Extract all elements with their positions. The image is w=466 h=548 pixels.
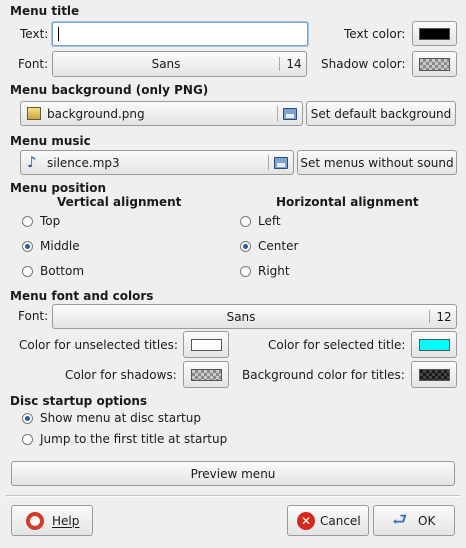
shadow-color-button[interactable] <box>412 51 457 77</box>
font-name: Sans <box>226 309 256 324</box>
menu-position-section: Menu position <box>10 181 107 195</box>
font-name: Sans <box>151 57 181 71</box>
text-color-button[interactable] <box>412 21 457 46</box>
vertical-option-bottom[interactable]: Bottom <box>40 264 84 278</box>
horizontal-alignment-heading: Horizontal alignment <box>276 195 419 209</box>
shadows-color-label: Color for shadows: <box>65 368 177 382</box>
footer-divider <box>6 495 460 497</box>
horizontal-option-center[interactable]: Center <box>258 239 298 253</box>
preview-menu-button[interactable]: Preview menu <box>11 461 455 486</box>
open-file-icon <box>283 108 297 120</box>
text-color-swatch <box>419 28 450 40</box>
background-titles-color-label: Background color for titles: <box>242 368 405 382</box>
selected-title-color-label: Color for selected title: <box>268 338 406 352</box>
radio-jump-first-title[interactable] <box>22 434 33 445</box>
font-separator <box>429 310 430 323</box>
menu-title-font-button[interactable]: Sans 14 <box>52 51 307 77</box>
menu-background-section: Menu background (only PNG) <box>10 83 209 97</box>
menu-font-button[interactable]: Sans 12 <box>52 304 457 329</box>
font-separator <box>279 57 280 71</box>
text-label: Text: <box>20 27 49 41</box>
horizontal-option-right[interactable]: Right <box>258 264 290 278</box>
background-file-chooser[interactable]: background.png <box>20 101 303 126</box>
startup-option-jump-first-title[interactable]: Jump to the first title at startup <box>40 432 227 446</box>
text-caret <box>58 27 59 41</box>
menu-title-text-input[interactable] <box>52 22 308 46</box>
text-color-label: Text color: <box>344 27 406 41</box>
vertical-option-middle[interactable]: Middle <box>40 239 80 253</box>
set-default-background-button[interactable]: Set default background <box>306 101 456 126</box>
font-label: Font: <box>18 57 49 71</box>
menu-music-section: Menu music <box>10 134 91 148</box>
cancel-label: Cancel <box>320 513 361 528</box>
unselected-titles-color-label: Color for unselected titles: <box>19 338 178 352</box>
help-button[interactable]: Help <box>11 505 93 536</box>
chooser-separator <box>268 155 269 170</box>
help-label: Help <box>52 513 80 528</box>
unselected-titles-color-button[interactable] <box>183 331 229 358</box>
font-size: 12 <box>436 309 452 324</box>
music-file-name: silence.mp3 <box>47 155 120 170</box>
radio-show-menu[interactable] <box>22 413 33 424</box>
set-menus-without-sound-button[interactable]: Set menus without sound <box>297 150 457 175</box>
ok-label: OK <box>418 513 436 528</box>
background-titles-color-swatch <box>419 369 450 381</box>
cancel-button[interactable]: ✕ Cancel <box>287 505 369 536</box>
shadows-color-swatch <box>191 369 222 381</box>
radio-horizontal-left[interactable] <box>240 216 251 227</box>
open-file-icon <box>274 157 288 169</box>
disc-startup-section: Disc startup options <box>10 394 148 408</box>
ok-button[interactable]: ⮐ OK <box>373 505 455 536</box>
background-file-name: background.png <box>47 106 145 121</box>
vertical-option-top[interactable]: Top <box>40 214 60 228</box>
help-lifebuoy-icon <box>26 512 44 530</box>
font-size: 14 <box>286 57 302 71</box>
radio-vertical-top[interactable] <box>22 216 33 227</box>
font-label: Font: <box>18 309 49 323</box>
radio-horizontal-right[interactable] <box>240 266 251 277</box>
music-note-icon: ♪ <box>27 153 37 171</box>
startup-option-show-menu[interactable]: Show menu at disc startup <box>40 411 201 425</box>
music-file-chooser[interactable]: ♪ silence.mp3 <box>20 150 294 175</box>
shadow-color-swatch <box>419 58 450 71</box>
radio-vertical-middle[interactable] <box>22 241 33 252</box>
radio-horizontal-center[interactable] <box>240 241 251 252</box>
shadow-color-label: Shadow color: <box>321 57 406 71</box>
vertical-alignment-heading: Vertical alignment <box>57 195 182 209</box>
chooser-separator <box>277 106 278 121</box>
shadows-color-button[interactable] <box>183 361 229 388</box>
image-file-icon <box>27 107 41 120</box>
ok-arrow-icon: ⮐ <box>392 510 408 530</box>
radio-vertical-bottom[interactable] <box>22 266 33 277</box>
unselected-color-swatch <box>191 339 222 351</box>
menu-font-colors-section: Menu font and colors <box>10 289 154 303</box>
horizontal-option-left[interactable]: Left <box>258 214 281 228</box>
menu-title-section: Menu title <box>10 4 80 18</box>
selected-color-swatch <box>419 339 450 351</box>
cancel-x-icon: ✕ <box>297 512 315 530</box>
background-titles-color-button[interactable] <box>411 361 457 388</box>
selected-title-color-button[interactable] <box>411 331 457 358</box>
